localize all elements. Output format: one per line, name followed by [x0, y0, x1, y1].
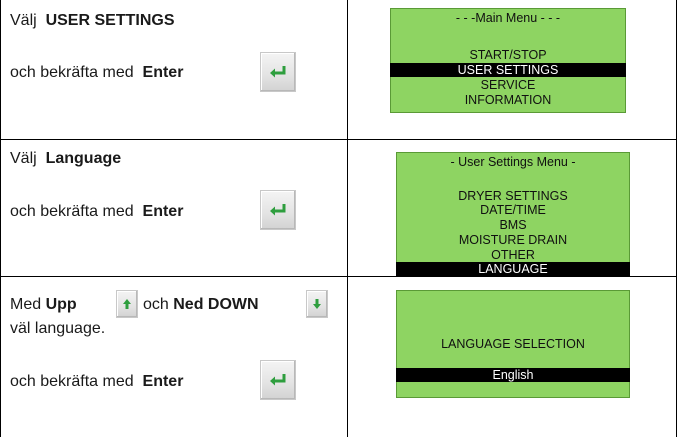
enter-arrow-icon: [270, 204, 286, 216]
menu-item-language: LANGUAGE: [396, 262, 630, 276]
menu-item-moisture-drain: MOISTURE DRAIN: [458, 233, 568, 247]
table-left-border: [0, 0, 1, 437]
lcd-heading: LANGUAGE SELECTION: [441, 337, 585, 351]
menu-item-bms: BMS: [499, 218, 527, 232]
enter-key-icon[interactable]: [260, 52, 296, 92]
step-2-target: Language: [45, 150, 122, 167]
step-3-line-1: Med Upp: [10, 296, 77, 313]
table-middle-divider: [347, 0, 348, 437]
enter-arrow-icon: [270, 374, 286, 386]
menu-item-service: SERVICE: [480, 78, 536, 92]
lcd-user-settings-menu: - User Settings Menu - DRYER SETTINGS DA…: [396, 152, 630, 276]
step-2-instruction: Välj Language: [10, 150, 122, 167]
up-arrow-key-icon[interactable]: [116, 290, 138, 318]
menu-item-dryer-settings: DRYER SETTINGS: [458, 189, 568, 203]
step-2-confirm-key: Enter: [142, 203, 184, 220]
menu-item-start-stop: START/STOP: [469, 48, 547, 62]
menu-item-user-settings: USER SETTINGS: [390, 63, 626, 77]
lcd-title: - User Settings Menu -: [450, 155, 576, 169]
enter-key-icon[interactable]: [260, 190, 296, 230]
step-2-confirm: och bekräfta med Enter: [10, 203, 184, 220]
enter-key-icon[interactable]: [260, 360, 296, 400]
step-3-confirm: och bekräfta med Enter: [10, 373, 184, 390]
lcd-main-menu: - - -Main Menu - - - START/STOP USER SET…: [390, 8, 626, 113]
enter-arrow-icon: [270, 66, 286, 78]
down-arrow-icon: [313, 299, 321, 309]
menu-item-date-time: DATE/TIME: [480, 203, 546, 217]
down-key-label: Ned DOWN: [173, 296, 259, 313]
up-arrow-icon: [123, 299, 131, 309]
language-option-english: English: [396, 368, 630, 382]
row-divider-1: [0, 139, 677, 140]
lcd-title: - - -Main Menu - - -: [455, 11, 561, 25]
menu-item-information: INFORMATION: [464, 93, 552, 107]
step-1-target: USER SETTINGS: [45, 12, 175, 29]
step-1-confirm-key: Enter: [142, 64, 184, 81]
row-divider-2: [0, 276, 677, 277]
step-1-instruction: Välj USER SETTINGS: [10, 12, 175, 29]
step-3-confirm-key: Enter: [142, 373, 184, 390]
lcd-language-selection: LANGUAGE SELECTION English: [396, 290, 630, 398]
down-arrow-key-icon[interactable]: [306, 290, 328, 318]
menu-item-other: OTHER: [491, 248, 535, 262]
step-3-line-1b: och Ned DOWN: [143, 296, 259, 313]
step-1-confirm: och bekräfta med Enter: [10, 64, 184, 81]
up-key-label: Upp: [45, 296, 77, 313]
step-3-line-2: väl language.: [10, 320, 106, 337]
table-right-border: [676, 0, 677, 437]
